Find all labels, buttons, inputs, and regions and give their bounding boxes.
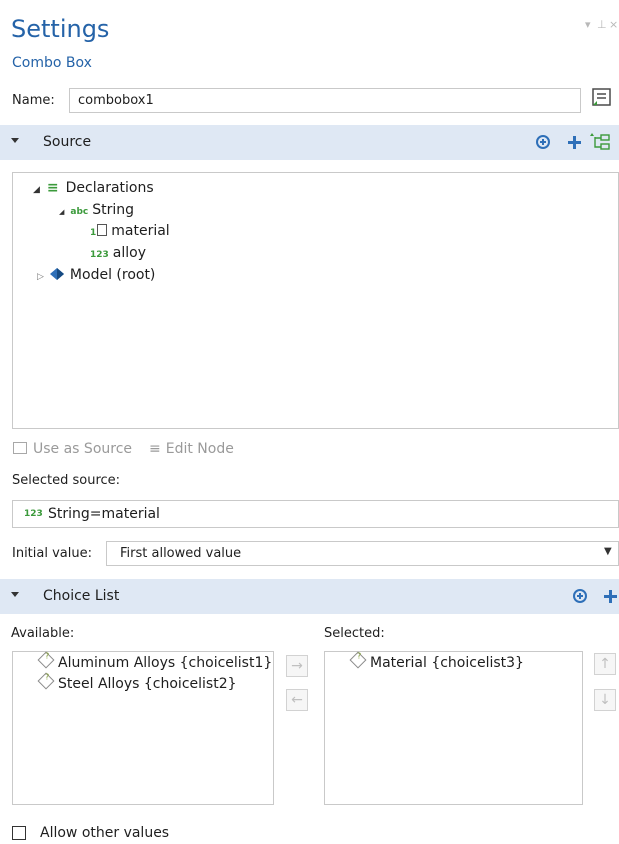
- move-up-button[interactable]: ↑: [594, 653, 616, 675]
- arrow-down-icon: ↓: [599, 692, 611, 708]
- initial-value-select[interactable]: First allowed value ▼: [106, 541, 619, 566]
- collapse-arrow-icon[interactable]: [11, 138, 19, 143]
- choice-list-icon: [349, 651, 367, 669]
- tree-item-model-root[interactable]: ▷ Model (root): [37, 267, 155, 283]
- list-doc-icon: [97, 224, 108, 236]
- source-section-header[interactable]: Source: [0, 125, 619, 160]
- choice-list-section-header[interactable]: Choice List: [0, 579, 619, 614]
- list-item[interactable]: Steel Alloys {choicelist2}: [37, 672, 237, 692]
- panel-subtitle: Combo Box: [12, 55, 92, 71]
- use-as-source-button[interactable]: Use as Source: [13, 441, 132, 457]
- choice-list-section-title: Choice List: [43, 588, 120, 604]
- dropdown-arrow-icon[interactable]: ▼: [604, 546, 612, 557]
- arrow-up-icon: ↑: [599, 656, 611, 672]
- collapse-arrow-icon[interactable]: [11, 592, 19, 597]
- list-item[interactable]: Aluminum Alloys {choicelist1}: [37, 651, 272, 671]
- add-circle-icon[interactable]: [536, 135, 550, 149]
- arrow-right-icon: →: [291, 658, 303, 674]
- name-label: Name:: [12, 93, 55, 108]
- selected-source-label: Selected source:: [12, 473, 121, 488]
- move-left-button[interactable]: ←: [286, 689, 308, 711]
- panel-title: Settings: [11, 15, 110, 43]
- number-badge-icon: 1: [90, 228, 97, 238]
- source-section-title: Source: [43, 134, 92, 150]
- form-icon[interactable]: [591, 87, 613, 109]
- add-icon[interactable]: [568, 136, 581, 149]
- number-badge-icon: 123: [90, 250, 109, 260]
- choice-list-icon: [37, 651, 55, 669]
- collapsed-arrow-icon[interactable]: ▷: [37, 272, 44, 282]
- selected-source-field: 123 String=material: [12, 500, 619, 528]
- allow-other-values-checkbox[interactable]: [12, 826, 26, 840]
- add-icon[interactable]: [604, 590, 617, 603]
- name-field[interactable]: combobox1: [69, 88, 581, 113]
- source-tree[interactable]: ◢ ≡ Declarations ◢ abc String 1 material 123 a…: [12, 172, 619, 429]
- list-item[interactable]: Material {choicelist3}: [349, 651, 524, 671]
- expanded-arrow-icon[interactable]: ◢: [59, 208, 64, 216]
- add-tree-node-icon[interactable]: [590, 132, 614, 152]
- name-value: combobox1: [78, 93, 154, 108]
- tree-item-string[interactable]: ◢ abc String: [59, 202, 134, 218]
- tree-item-declarations[interactable]: ◢ ≡ Declarations: [33, 180, 154, 196]
- close-icon[interactable]: ×: [609, 18, 618, 31]
- number-badge-icon: 123: [24, 509, 43, 519]
- tree-item-alloy[interactable]: 123 alloy: [90, 245, 146, 261]
- add-circle-icon[interactable]: [573, 589, 587, 603]
- string-badge-icon: abc: [70, 207, 89, 217]
- initial-value-selected: First allowed value: [120, 546, 242, 561]
- allow-other-values-label: Allow other values: [40, 825, 170, 841]
- use-as-source-icon: [13, 442, 27, 454]
- move-right-button[interactable]: →: [286, 655, 308, 677]
- initial-value-label: Initial value:: [12, 546, 92, 561]
- tree-item-material[interactable]: 1 material: [90, 223, 170, 239]
- edit-node-icon: ≡: [149, 441, 161, 457]
- dropdown-arrow-icon[interactable]: ▾: [585, 18, 591, 31]
- selected-list[interactable]: Material {choicelist3}: [324, 651, 583, 805]
- available-list[interactable]: Aluminum Alloys {choicelist1} Steel Allo…: [12, 651, 274, 805]
- arrow-left-icon: ←: [291, 692, 303, 708]
- expanded-arrow-icon[interactable]: ◢: [33, 185, 40, 195]
- available-label: Available:: [11, 626, 75, 641]
- pin-icon[interactable]: ⊥: [597, 18, 607, 31]
- choice-list-icon: [37, 672, 55, 690]
- selected-label: Selected:: [324, 626, 385, 641]
- edit-node-button[interactable]: ≡ Edit Node: [149, 441, 234, 457]
- model-icon: [49, 268, 64, 280]
- list-icon: ≡: [46, 180, 59, 196]
- move-down-button[interactable]: ↓: [594, 689, 616, 711]
- selected-source-value: String=material: [48, 506, 160, 522]
